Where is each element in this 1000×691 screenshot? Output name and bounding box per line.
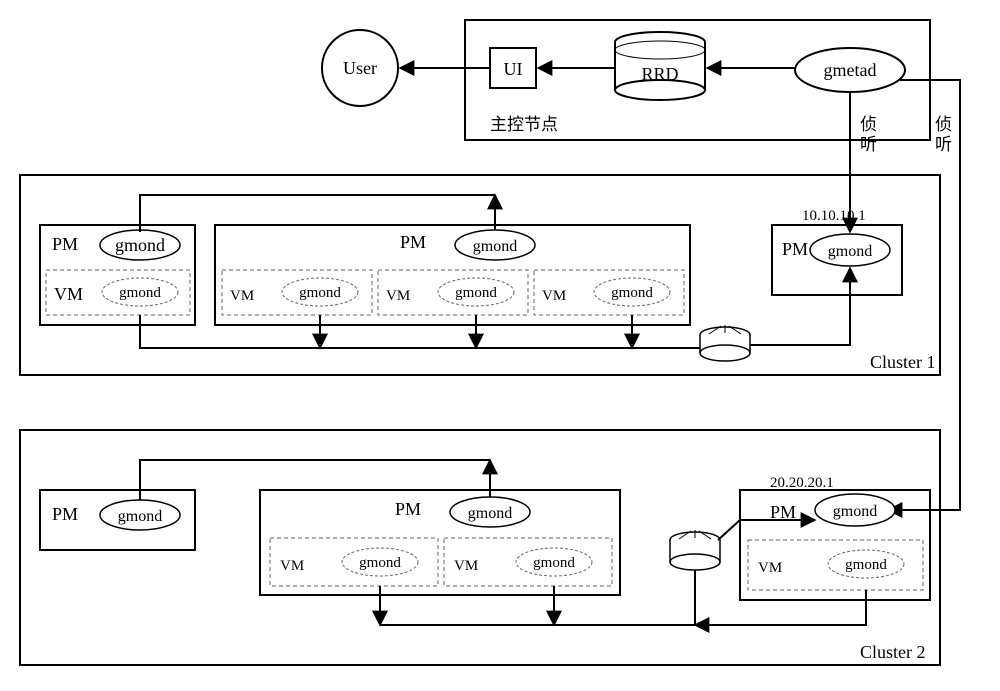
cluster1-title: Cluster 1: [870, 352, 936, 372]
c2-pm3-vm-label: VM: [758, 560, 782, 576]
listen1-label-b: 听: [860, 135, 877, 154]
c2-pm2-label: PM: [395, 499, 421, 519]
cluster1-ip: 10.10.10.1: [802, 208, 866, 224]
c1-pm2-vm2-label: VM: [386, 288, 410, 304]
c2-pm3-gmond-label: gmond: [833, 503, 877, 520]
c1-pm2-label: PM: [400, 232, 426, 252]
c1-pm2-vm1-label: VM: [230, 288, 254, 304]
c2-pm2-vm2-gmond-label: gmond: [533, 555, 575, 571]
c1-pm2-gmond-label: gmond: [473, 238, 517, 255]
c2-pm2-vm1-label: VM: [280, 558, 304, 574]
c2-router-icon: [670, 530, 720, 570]
c2-pm1-gmond-label: gmond: [118, 508, 162, 525]
user-label: User: [343, 58, 377, 78]
c2-pm3-vm-gmond-label: gmond: [845, 557, 887, 573]
master-node-label: 主控节点: [490, 115, 558, 134]
c1-pm1-vm-gmond-label: gmond: [119, 285, 161, 301]
c1-pm2-vm3-label: VM: [542, 288, 566, 304]
c2-pm1-label: PM: [52, 504, 78, 524]
gmetad-label: gmetad: [824, 60, 877, 80]
cluster2-box: [20, 430, 940, 665]
c1-pm3-gmond-label: gmond: [828, 243, 872, 260]
c2-pm2-box: [260, 490, 620, 595]
cluster2-ip: 20.20.20.1: [770, 475, 834, 491]
listen2-label-a: 侦: [935, 115, 952, 134]
c1-router-icon: [700, 325, 750, 361]
c1-pm1-vm-label: VM: [54, 284, 83, 304]
ui-label: UI: [504, 59, 523, 79]
architecture-diagram: 主控节点 User UI RRD gmetad 侦 听 侦 听 Cluster …: [0, 0, 1000, 691]
c1-pm1-gmond-label: gmond: [115, 235, 165, 255]
listen2-label-b: 听: [935, 135, 952, 154]
c1-pm3-label: PM: [782, 239, 808, 259]
listen1-label-a: 侦: [860, 115, 877, 134]
c1-pm2-box: [215, 225, 690, 325]
c1-pm1-label: PM: [52, 234, 78, 254]
cluster2-title: Cluster 2: [860, 642, 926, 662]
c2-pm2-vm2-label: VM: [454, 558, 478, 574]
c1-pm2-vm3-gmond-label: gmond: [611, 285, 653, 301]
c2-pm2-gmond-label: gmond: [468, 505, 512, 522]
c2-pm2-vm1-gmond-label: gmond: [359, 555, 401, 571]
c1-pm2-vm1-gmond-label: gmond: [299, 285, 341, 301]
rrd-label: RRD: [641, 64, 678, 84]
c1-pm2-vm2-gmond-label: gmond: [455, 285, 497, 301]
